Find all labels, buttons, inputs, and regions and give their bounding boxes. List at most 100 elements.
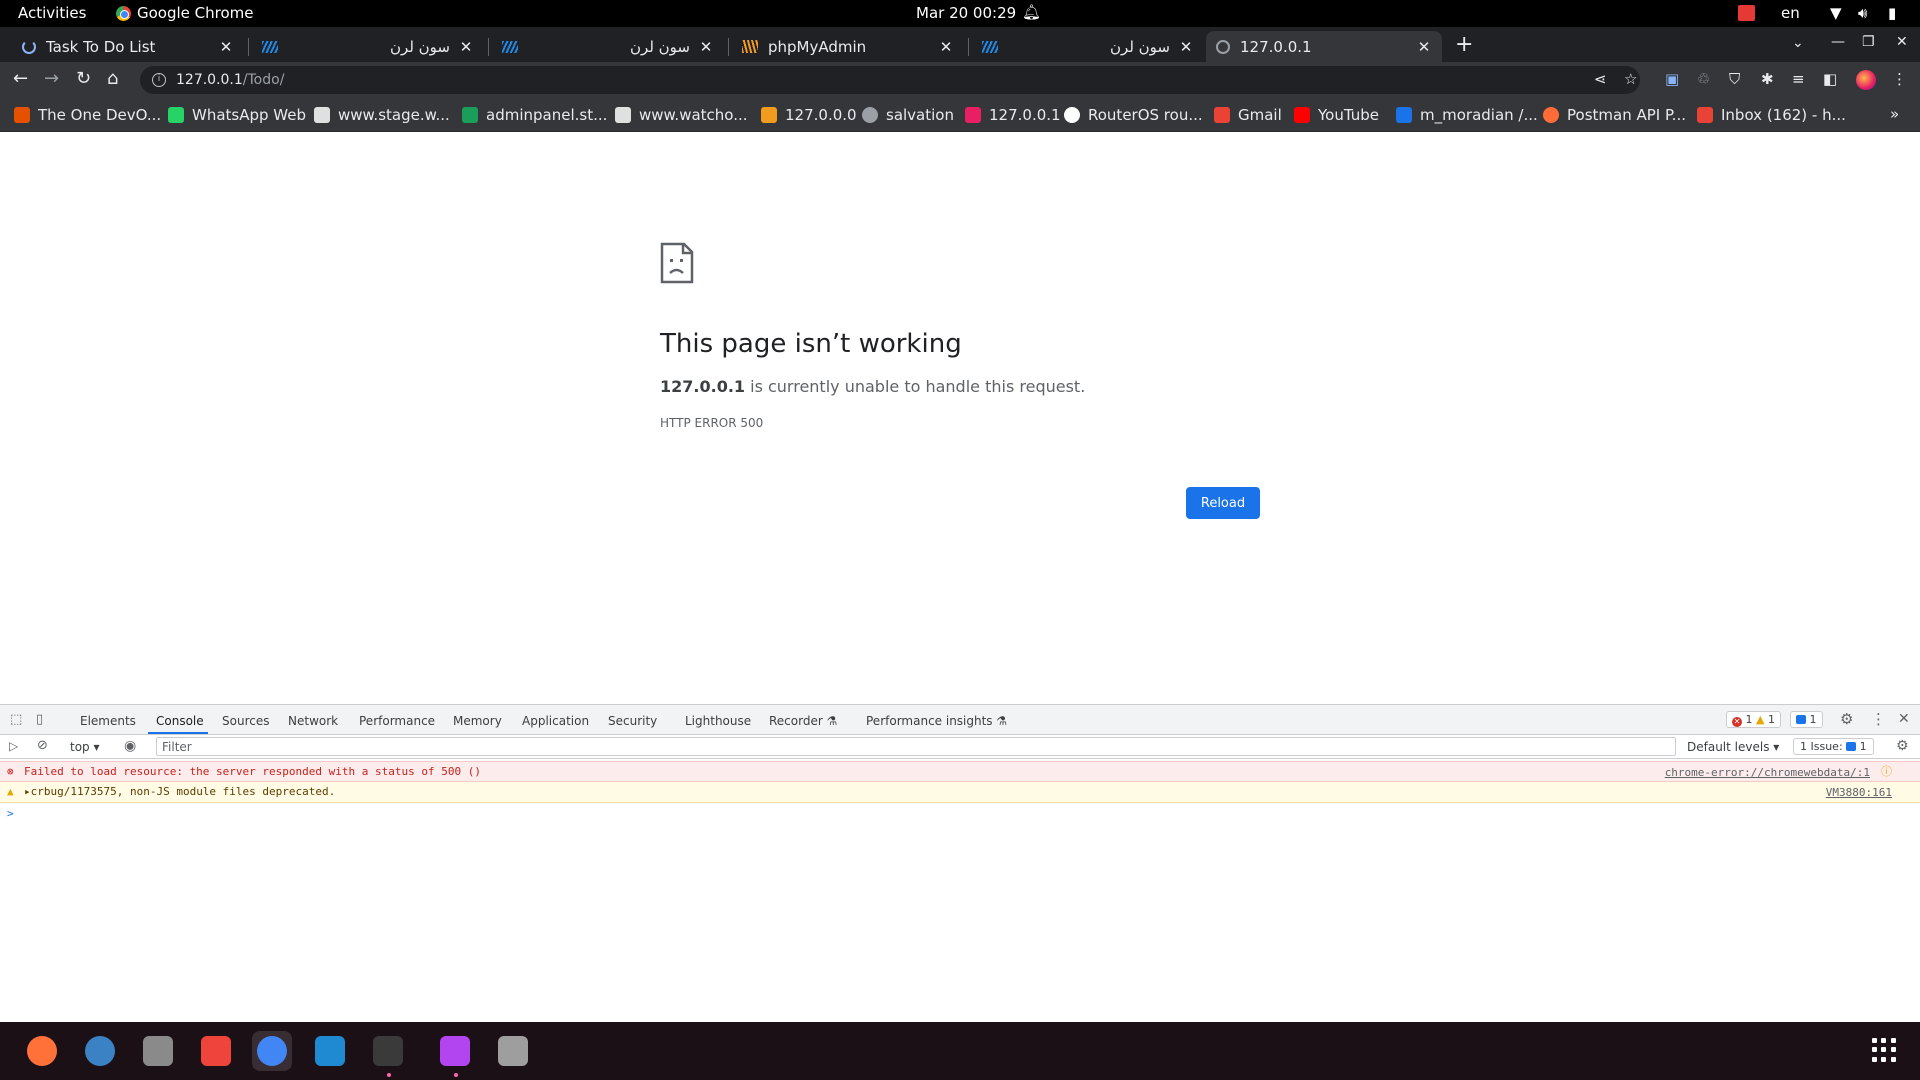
bookmark-item[interactable]: The One DevO...	[14, 106, 161, 124]
console-message-source-link[interactable]: VM3880:161	[1826, 783, 1892, 803]
clock[interactable]: Mar 20 00:29	[916, 4, 1016, 23]
devtools-tab-performance[interactable]: Performance	[359, 714, 435, 728]
bookmark-item[interactable]: Postman API P...	[1543, 106, 1686, 124]
shield-icon[interactable]: ⛉	[1729, 70, 1740, 88]
thunderbird-icon[interactable]	[80, 1031, 120, 1071]
bell-icon[interactable]: 🔔︎	[1022, 3, 1041, 22]
console-message-source-link[interactable]: chrome-error://chromewebdata/:1	[1665, 763, 1870, 783]
bookmark-item[interactable]: www.watcho...	[615, 106, 748, 124]
tab-phpmyadmin[interactable]: phpMyAdmin ✕	[732, 31, 964, 62]
bookmark-item[interactable]: 127.0.0.0	[761, 106, 857, 124]
sidebar-toggle-icon[interactable]: ▷	[9, 739, 18, 753]
devtools-tab-elements[interactable]: Elements	[80, 714, 136, 728]
files-icon[interactable]	[138, 1031, 178, 1071]
bookmark-item[interactable]: adminpanel.st...	[462, 106, 607, 124]
devtools-tab-application[interactable]: Application	[522, 714, 589, 728]
insight-lightbulb-icon[interactable]: ⓘ	[1881, 762, 1892, 782]
new-tab-button[interactable]: +	[1455, 33, 1473, 57]
devtools-tab-performance-insights[interactable]: Performance insights ⚗	[866, 714, 1007, 728]
tab-soonlearn-2[interactable]: سون لرن ✕	[492, 31, 724, 62]
share-icon[interactable]: ⋖	[1594, 70, 1607, 88]
console-settings-gear-icon[interactable]: ⚙	[1896, 738, 1909, 754]
activities-button[interactable]: Activities	[18, 4, 86, 23]
console-counts-badge[interactable]: ✕ 1 ▲ 1	[1726, 711, 1781, 728]
tab-soonlearn-1[interactable]: سون لرن ✕	[252, 31, 484, 62]
firefox-icon[interactable]	[22, 1031, 62, 1071]
anydesk-icon[interactable]	[196, 1031, 236, 1071]
address-bar[interactable]: i 127.0.0.1/Todo/	[140, 66, 1640, 94]
chrome-icon[interactable]	[252, 1031, 292, 1071]
media-queue-icon[interactable]: ≡	[1792, 70, 1805, 88]
wifi-icon[interactable]: ▼	[1830, 4, 1842, 23]
device-toolbar-icon[interactable]: ▯	[36, 712, 43, 727]
side-panel-icon[interactable]: ◧	[1823, 70, 1837, 88]
devtools-tab-security[interactable]: Security	[608, 714, 657, 728]
bookmark-item[interactable]: www.stage.w...	[314, 106, 450, 124]
close-icon[interactable]: ✕	[938, 38, 954, 56]
bookmark-item[interactable]: YouTube	[1294, 106, 1379, 124]
anydesk-tray-icon[interactable]	[1738, 5, 1755, 21]
profile-avatar[interactable]	[1856, 70, 1876, 90]
volume-icon[interactable]: 🔊︎	[1858, 4, 1867, 23]
devtools-tab-console[interactable]: Console	[156, 714, 204, 728]
bookmark-item[interactable]: Inbox (162) - h...	[1697, 106, 1846, 124]
site-info-icon[interactable]: i	[152, 73, 166, 87]
app-menu[interactable]: Google Chrome	[116, 4, 254, 23]
devtools-tab-sources[interactable]: Sources	[222, 714, 269, 728]
back-button[interactable]: ←	[13, 68, 28, 90]
console-filter-input[interactable]	[156, 737, 1676, 756]
bookmark-item[interactable]: salvation	[862, 106, 954, 124]
issues-button[interactable]: 1 Issue: 1	[1793, 738, 1874, 755]
extensions-puzzle-icon[interactable]: ✱	[1761, 70, 1774, 88]
phpstorm-icon[interactable]	[435, 1031, 475, 1071]
inspect-element-icon[interactable]: ⬚	[10, 712, 22, 727]
window-close-icon[interactable]: ✕	[1896, 34, 1908, 50]
bookmark-item[interactable]: RouterOS rou...	[1064, 106, 1203, 124]
devtools-menu-icon[interactable]: ⋮	[1871, 710, 1886, 728]
eye-icon[interactable]: ◉	[124, 738, 136, 754]
reload-button[interactable]: Reload	[1186, 487, 1260, 519]
devtools-tab-network[interactable]: Network	[288, 714, 338, 728]
forward-button[interactable]: →	[44, 68, 59, 90]
log-levels-dropdown[interactable]: Default levels ▾	[1687, 740, 1779, 754]
recycle-extension-icon[interactable]: ♲	[1697, 70, 1710, 88]
console-message-error[interactable]: ⊗ Failed to load resource: the server re…	[0, 761, 1920, 782]
close-icon[interactable]: ✕	[1178, 38, 1194, 56]
bookmark-item[interactable]: m_moradian /...	[1396, 106, 1538, 124]
settings-gear-icon[interactable]: ⚙	[1840, 710, 1853, 728]
expand-triangle-icon[interactable]: ▸	[24, 785, 31, 798]
tab-search-chevron-icon[interactable]: ⌄	[1792, 35, 1804, 51]
keyboard-layout[interactable]: en	[1781, 4, 1800, 23]
close-icon[interactable]: ✕	[698, 38, 714, 56]
translate-icon[interactable]: ▣	[1665, 70, 1679, 88]
minimize-icon[interactable]: —	[1831, 34, 1845, 50]
home-icon[interactable]: ⌂	[107, 68, 118, 90]
issues-count-badge[interactable]: 1	[1790, 711, 1823, 728]
restore-icon[interactable]: ❐	[1862, 34, 1875, 50]
clear-console-icon[interactable]: ⊘	[37, 738, 48, 753]
vscode-icon[interactable]	[310, 1031, 350, 1071]
devtools-tab-recorder[interactable]: Recorder ⚗	[769, 714, 837, 728]
console-prompt[interactable]: >	[0, 804, 1920, 824]
bookmark-item[interactable]: 127.0.0.1	[965, 106, 1061, 124]
terminal-icon[interactable]	[368, 1031, 408, 1071]
console-message-warning[interactable]: ▲ ▸crbug/1173575, non-JS module files de…	[0, 782, 1920, 803]
close-icon[interactable]: ✕	[218, 38, 234, 56]
devtools-tab-lighthouse[interactable]: Lighthouse	[685, 714, 751, 728]
tab-127-0-0-1[interactable]: 127.0.0.1 ✕	[1206, 31, 1442, 62]
context-select[interactable]: top ▾	[70, 740, 100, 754]
devtools-tab-memory[interactable]: Memory	[453, 714, 502, 728]
menu-kebab-icon[interactable]: ⋮	[1892, 70, 1907, 88]
bookmarks-overflow-icon[interactable]: »	[1890, 105, 1899, 123]
reload-icon[interactable]: ↻	[76, 68, 91, 90]
bookmark-star-icon[interactable]: ☆	[1624, 70, 1637, 88]
tab-soonlearn-3[interactable]: سون لرن ✕	[972, 31, 1204, 62]
bookmark-item[interactable]: WhatsApp Web	[168, 106, 306, 124]
close-icon[interactable]: ✕	[458, 38, 474, 56]
battery-icon[interactable]: ▮	[1888, 4, 1896, 23]
tab-task-to-do-list[interactable]: Task To Do List ✕	[12, 31, 244, 62]
trash-icon[interactable]	[493, 1031, 533, 1071]
bookmark-item[interactable]: Gmail	[1214, 106, 1282, 124]
show-applications-grid-icon[interactable]	[1872, 1038, 1896, 1062]
devtools-close-icon[interactable]: ✕	[1898, 711, 1910, 727]
